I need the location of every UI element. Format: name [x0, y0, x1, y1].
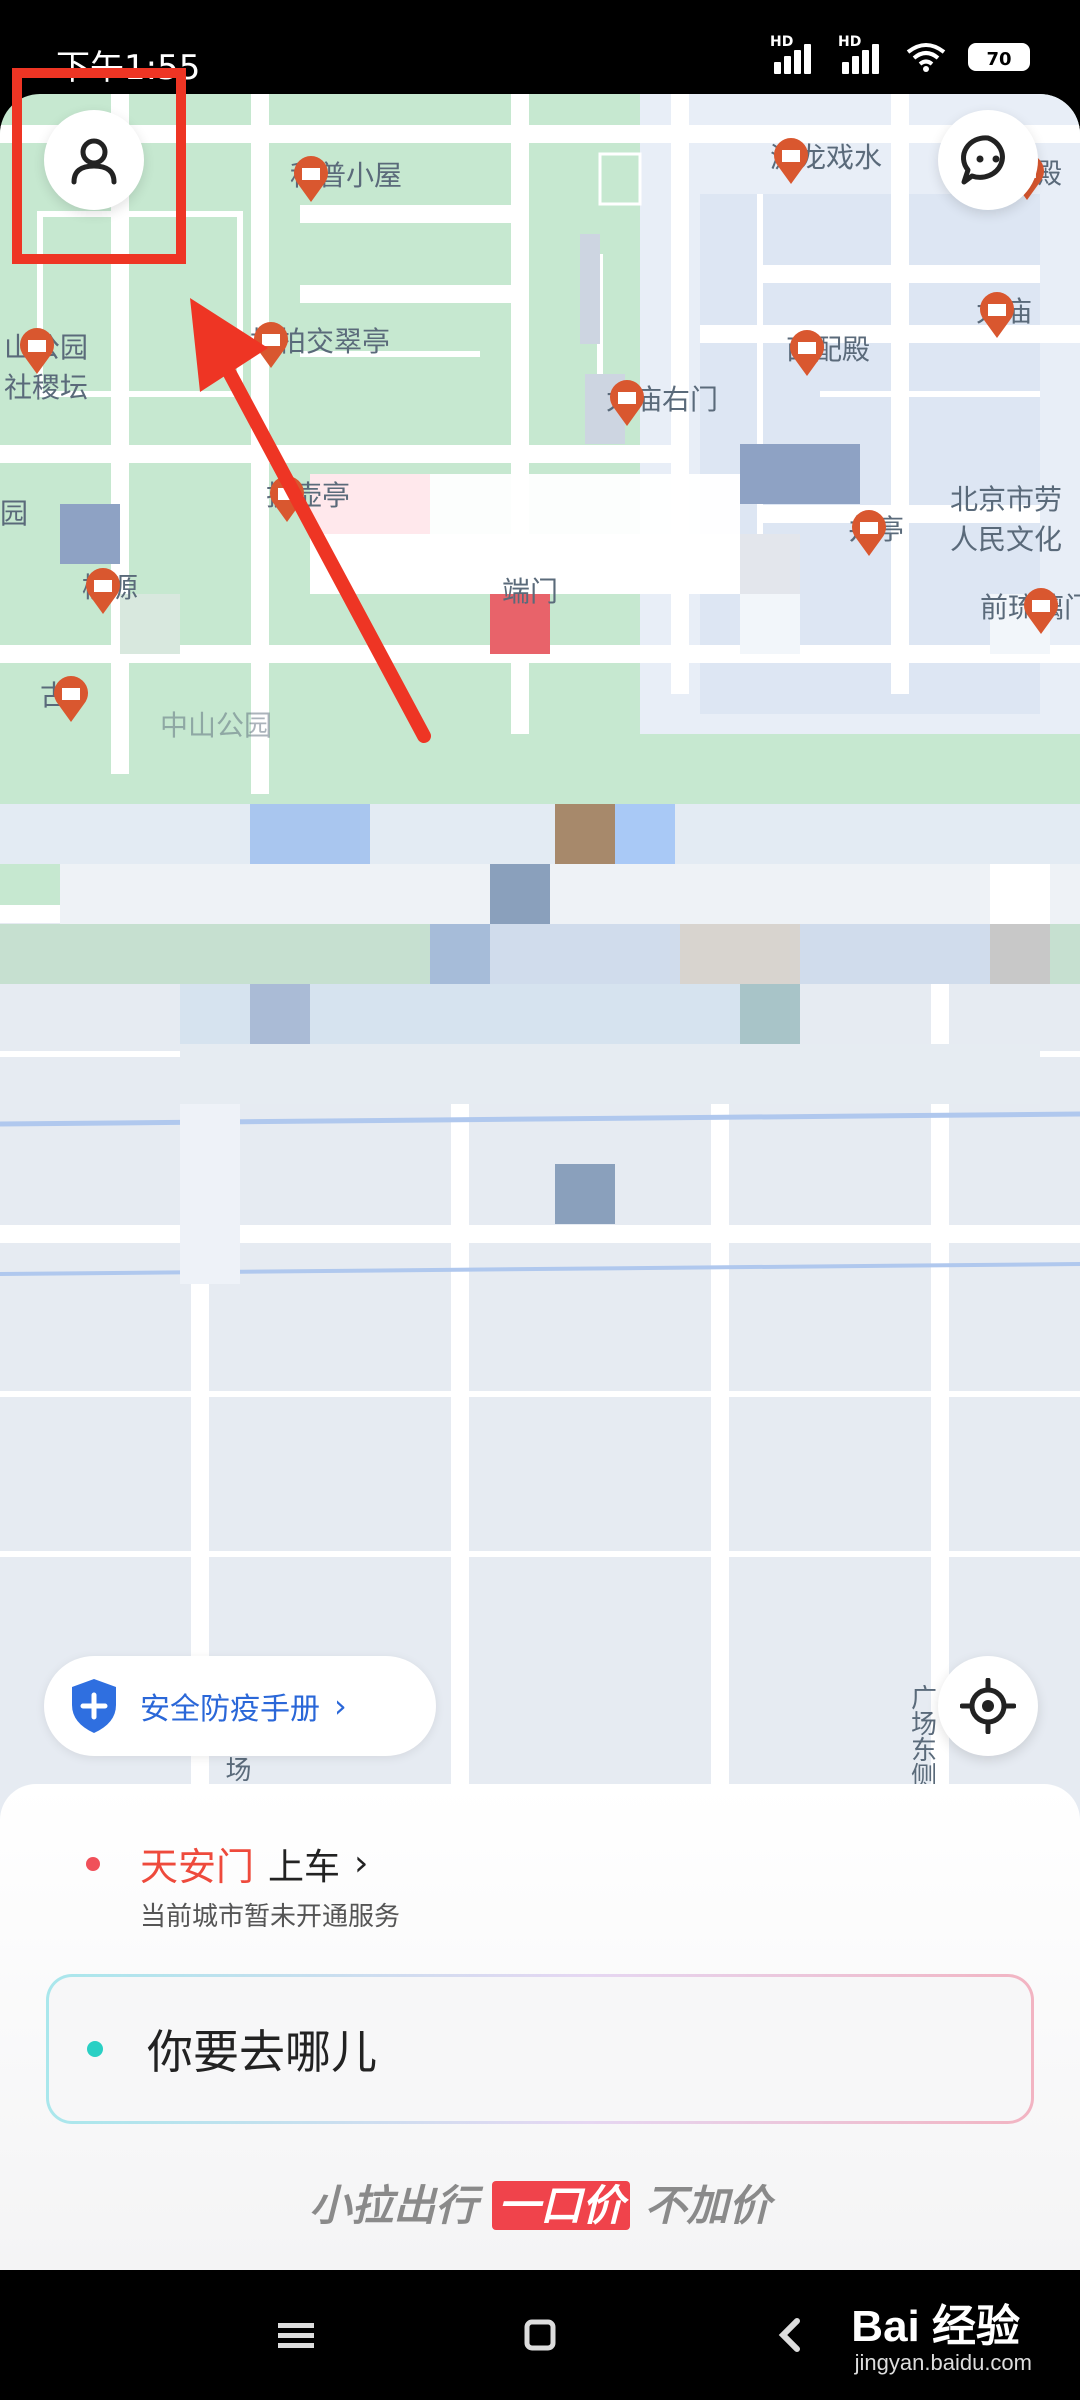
slogan-suffix: 不加价: [644, 2181, 771, 2230]
menu-icon: [278, 2323, 314, 2348]
slogan-highlight: 一口价: [491, 2181, 630, 2230]
safety-handbook-label: 安全防疫手册: [140, 1692, 320, 1727]
booking-sheet: 天安门 上车 › 当前城市暂未开通服务 你要去哪儿 小拉出行 一口价 不加价: [0, 1784, 1080, 2270]
menu-nav-button[interactable]: [266, 2310, 326, 2360]
annotation-arrow: [190, 298, 431, 743]
safety-handbook-button[interactable]: 安全防疫手册 ›: [44, 1656, 436, 1756]
back-icon: [778, 2318, 800, 2352]
destination-dot-icon: [87, 2041, 103, 2057]
locate-button[interactable]: [938, 1656, 1038, 1756]
locate-icon: [960, 1678, 1016, 1734]
pickup-dot-icon: [86, 1856, 100, 1871]
chevron-right-icon: ›: [334, 1687, 347, 1725]
watermark-logo: Bai 经验: [851, 2302, 1020, 2351]
shield-plus-icon: [72, 1679, 116, 1733]
map-poi[interactable]: 广场东侧: [904, 1684, 940, 1788]
slogan-prefix: 小拉出行: [309, 2181, 478, 2230]
watermark-url: jingyan.baidu.com: [854, 2350, 1032, 2375]
service-note: 当前城市暂未开通服务: [140, 1902, 401, 1932]
chevron-right-icon: ›: [354, 1843, 369, 1884]
home-nav-button[interactable]: [510, 2310, 570, 2360]
pickup-location-row[interactable]: 天安门 上车 ›: [86, 1836, 368, 1891]
pickup-place: 天安门: [140, 1845, 255, 1889]
pickup-suffix: 上车: [268, 1846, 341, 1888]
slogan: 小拉出行 一口价 不加价: [0, 2172, 1080, 2233]
destination-placeholder: 你要去哪儿: [147, 2025, 377, 2079]
map-poi[interactable]: 场: [218, 1756, 255, 1782]
back-nav-button[interactable]: [760, 2310, 820, 2360]
home-square-icon: [524, 2319, 556, 2351]
destination-input[interactable]: 你要去哪儿: [46, 1974, 1034, 2124]
